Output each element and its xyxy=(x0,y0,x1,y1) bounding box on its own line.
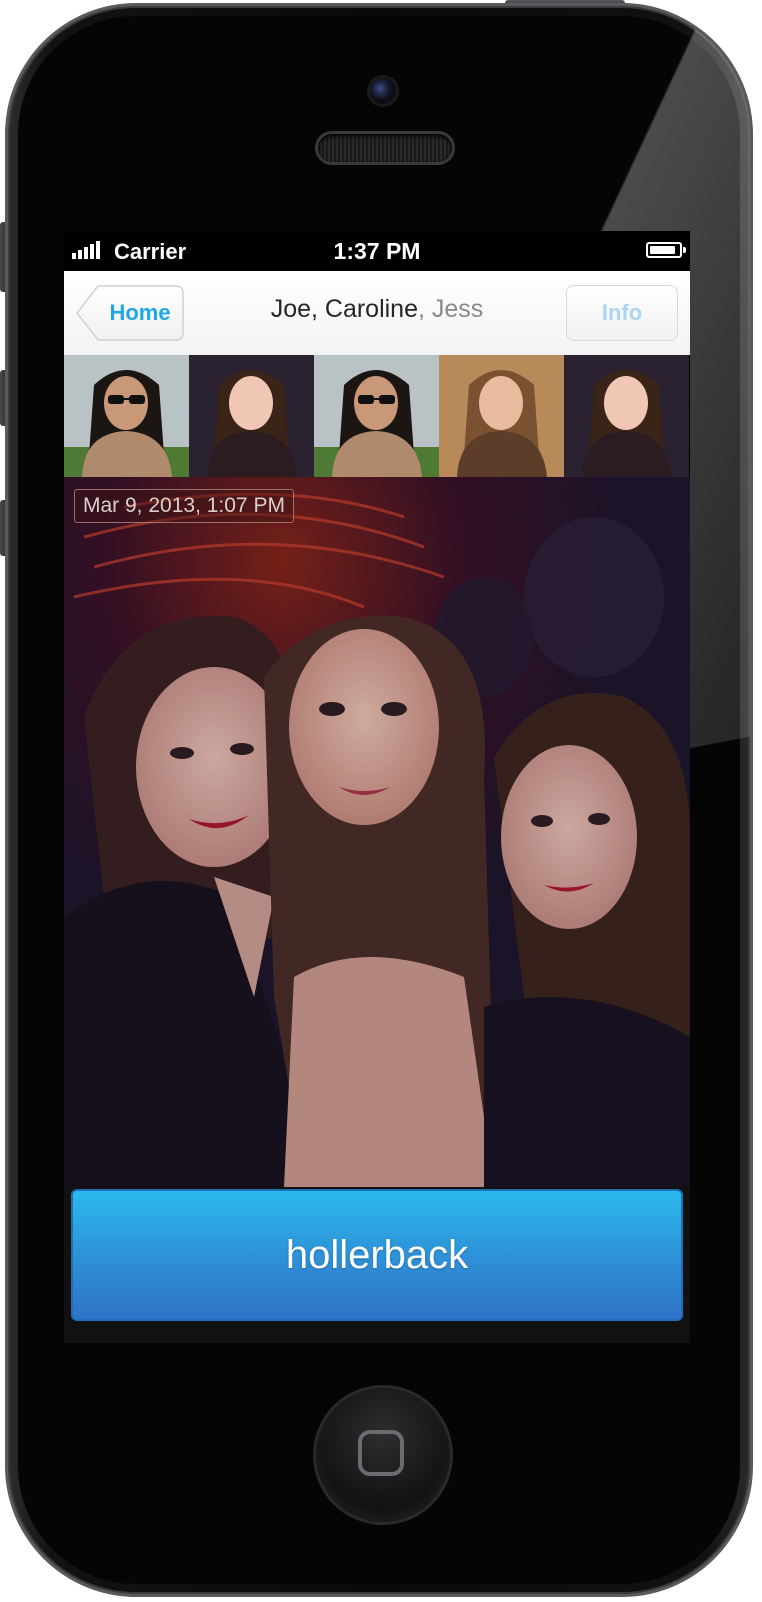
status-bar: Carrier 1:37 PM xyxy=(64,231,690,271)
battery-level xyxy=(650,246,676,254)
front-camera-icon xyxy=(370,78,396,104)
thumbnail-3[interactable] xyxy=(314,355,439,477)
thumbnail-image xyxy=(314,355,439,477)
thumbnail-4[interactable] xyxy=(439,355,564,477)
title-participant-pending: , Jess xyxy=(418,295,484,323)
home-back-button[interactable]: Home xyxy=(76,285,184,341)
navigation-bar: Home Joe, Caroline, Jess Info xyxy=(64,271,690,355)
hollerback-button[interactable]: hollerback xyxy=(71,1189,683,1321)
info-button[interactable]: Info xyxy=(566,285,678,341)
conversation-title: Joe, Caroline, Jess xyxy=(194,295,560,324)
thumbnail-image xyxy=(439,355,564,477)
earpiece-speaker xyxy=(318,134,452,162)
battery-icon xyxy=(646,242,686,258)
thumbnail-1[interactable] xyxy=(64,355,189,477)
status-time: 1:37 PM xyxy=(333,238,421,264)
thumbnail-strip xyxy=(64,355,690,477)
photo-timestamp: Mar 9, 2013, 1:07 PM xyxy=(74,489,294,523)
thumbnail-2[interactable] xyxy=(189,355,314,477)
group-photo-image xyxy=(64,477,690,1187)
thumbnail-image xyxy=(189,355,314,477)
device-frame: Carrier 1:37 PM Home Joe, Caroline, Jess… xyxy=(0,0,762,1602)
thumbnail-image xyxy=(64,355,189,477)
home-back-label: Home xyxy=(109,300,171,325)
title-participants: Joe, Caroline xyxy=(270,295,418,323)
home-button[interactable] xyxy=(316,1388,450,1522)
thumbnail-image xyxy=(564,355,689,477)
thumbnail-5[interactable] xyxy=(564,355,689,477)
rounded-square-icon xyxy=(358,1430,404,1476)
app-screen: Carrier 1:37 PM Home Joe, Caroline, Jess… xyxy=(64,231,690,1343)
main-photo[interactable]: Mar 9, 2013, 1:07 PM xyxy=(64,477,690,1187)
action-bar: hollerback xyxy=(64,1187,690,1343)
